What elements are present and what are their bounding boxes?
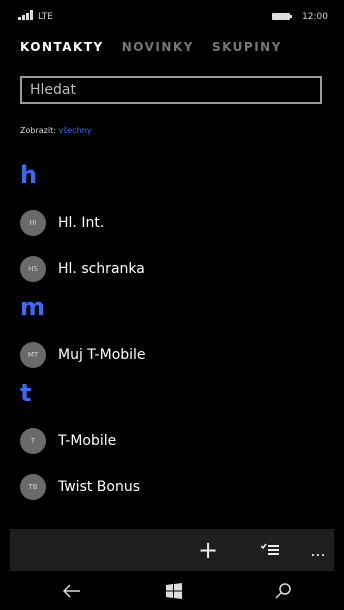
network-type: LTE (38, 12, 53, 22)
pivot-header: KONTAKTY NOVINKY SKUPINY (20, 40, 282, 54)
battery-icon (272, 13, 292, 20)
app-bar: + ... (10, 529, 334, 571)
filter-label: Zobrazit: (20, 126, 56, 135)
select-mode-button[interactable] (250, 529, 290, 571)
contact-name: Muj T-Mobile (58, 347, 146, 363)
avatar: TB (20, 474, 46, 500)
phone-screen: LTE 12:00 KONTAKTY NOVINKY SKUPINY Zobra… (10, 0, 334, 610)
contact-name: Twist Bonus (58, 479, 141, 495)
add-contact-button[interactable]: + (188, 529, 228, 571)
contact-item[interactable]: HI Hl. Int. (20, 200, 334, 246)
start-button[interactable] (144, 571, 204, 610)
contact-name: Hl. Int. (58, 215, 105, 231)
search-input[interactable] (22, 78, 320, 102)
filter-row: Zobrazit: všechny (20, 126, 92, 135)
windows-logo-icon (166, 582, 182, 599)
contact-item[interactable]: T T-Mobile (20, 418, 334, 464)
contact-list: h HI Hl. Int. HS Hl. schranka m MT Muj T… (20, 160, 334, 510)
avatar: T (20, 428, 46, 454)
search-box (20, 76, 322, 104)
avatar: HI (20, 210, 46, 236)
contact-name: T-Mobile (58, 433, 117, 449)
group-letter-h[interactable]: h (20, 160, 334, 200)
tab-news[interactable]: NOVINKY (122, 40, 194, 54)
avatar: MT (20, 342, 46, 368)
avatar: HS (20, 256, 46, 282)
group-letter-m[interactable]: m (20, 292, 334, 332)
tab-contacts[interactable]: KONTAKTY (20, 40, 104, 54)
contact-item[interactable]: HS Hl. schranka (20, 246, 334, 292)
contact-item[interactable]: MT Muj T-Mobile (20, 332, 334, 378)
back-arrow-icon (63, 583, 80, 598)
search-button[interactable] (254, 571, 314, 610)
contact-item[interactable]: TB Twist Bonus (20, 464, 334, 510)
filter-value-link[interactable]: všechny (58, 126, 91, 135)
group-letter-t[interactable]: t (20, 378, 334, 418)
select-list-icon (261, 543, 279, 555)
tab-groups[interactable]: SKUPINY (212, 40, 282, 54)
search-icon (275, 582, 291, 599)
clock: 12:00 (302, 12, 328, 22)
signal-icon (18, 10, 33, 20)
navigation-bar (10, 571, 334, 610)
status-bar: LTE 12:00 (10, 0, 334, 28)
contact-name: Hl. schranka (58, 261, 145, 277)
more-button[interactable]: ... (298, 529, 334, 571)
back-button[interactable] (42, 571, 102, 610)
